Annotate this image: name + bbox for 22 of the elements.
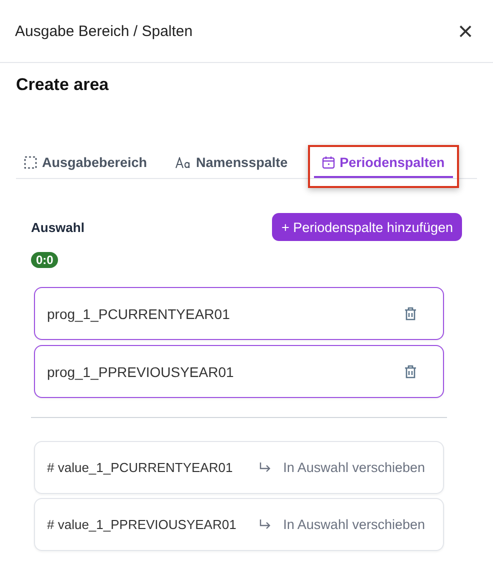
column-name: # value_1_PPREVIOUSYEAR01 xyxy=(47,517,236,532)
delete-icon[interactable] xyxy=(404,364,417,378)
calendar-icon xyxy=(322,156,335,169)
move-to-selection-button[interactable]: In Auswahl verschieben xyxy=(259,517,425,532)
tab[interactable]: Ausgabebereich xyxy=(16,151,156,178)
count-badge: 0:0 xyxy=(31,252,58,268)
add-button[interactable]: + Periodenspalte hinzufügen xyxy=(272,213,462,241)
column-name: prog_1_PPREVIOUSYEAR01 xyxy=(47,364,234,380)
dialog-title: Ausgabe Bereich / Spalten xyxy=(15,22,193,40)
selection-label: Auswahl xyxy=(31,220,84,234)
text-icon xyxy=(175,156,192,168)
heading: Create area xyxy=(16,75,110,95)
return-arrow-icon xyxy=(259,519,272,530)
tab[interactable]: Periodenspalten xyxy=(314,151,453,178)
column-name: prog_1_PCURRENTYEAR01 xyxy=(47,306,230,322)
dashed-square-icon xyxy=(24,156,37,169)
column-name: # value_1_PCURRENTYEAR01 xyxy=(47,460,233,475)
close-button[interactable]: × xyxy=(454,18,477,44)
return-arrow-icon xyxy=(259,462,272,473)
move-to-selection-button[interactable]: In Auswahl verschieben xyxy=(259,460,425,475)
tab[interactable]: Namensspalte xyxy=(167,151,296,178)
delete-icon[interactable] xyxy=(404,306,417,320)
